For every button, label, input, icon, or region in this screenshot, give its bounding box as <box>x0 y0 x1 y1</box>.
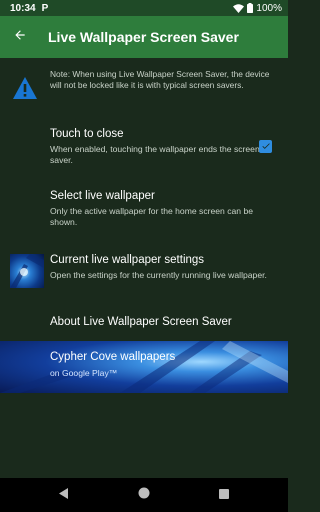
setting-title: About Live Wallpaper Screen Saver <box>50 316 232 328</box>
navigation-bar <box>0 478 288 512</box>
app-title: Live Wallpaper Screen Saver <box>48 29 239 45</box>
back-triangle-icon <box>59 486 69 504</box>
wallpaper-thumbnail <box>10 254 44 288</box>
home-circle-icon <box>138 486 150 504</box>
wifi-icon <box>233 3 245 13</box>
setting-subtitle: Open the settings for the currently runn… <box>50 270 267 280</box>
back-button[interactable] <box>0 16 40 58</box>
arrow-left-icon <box>13 28 27 47</box>
banner-subtitle: on Google Play™ <box>50 368 118 378</box>
checkmark-icon <box>261 138 271 156</box>
nav-home-button[interactable] <box>136 487 152 503</box>
banner-art <box>0 341 288 393</box>
warning-icon <box>12 76 38 105</box>
battery-icon <box>247 3 254 13</box>
status-time: 10:34 <box>10 2 36 14</box>
nav-recents-button[interactable] <box>216 487 232 503</box>
setting-about[interactable]: About Live Wallpaper Screen Saver <box>0 308 288 336</box>
setting-touch-to-close[interactable]: Touch to close When enabled, touching th… <box>0 120 288 168</box>
setting-title: Select live wallpaper <box>50 190 155 202</box>
setting-subtitle: Only the active wallpaper for the home s… <box>50 206 254 227</box>
setting-title: Current live wallpaper settings <box>50 254 205 266</box>
setting-title: Touch to close <box>50 128 124 140</box>
app-bar: Live Wallpaper Screen Saver <box>0 16 288 58</box>
settings-list: Note: When using Live Wallpaper Screen S… <box>0 58 288 478</box>
status-bar: 10:34 P 100% <box>0 0 288 16</box>
nav-back-button[interactable] <box>56 487 72 503</box>
lock-note: Note: When using Live Wallpaper Screen S… <box>0 66 288 112</box>
banner-title: Cypher Cove wallpapers <box>50 351 176 363</box>
cypher-cove-banner[interactable]: Cypher Cove wallpapers on Google Play™ <box>0 341 288 393</box>
note-text: Note: When using Live Wallpaper Screen S… <box>50 69 270 90</box>
status-right: 100% <box>233 3 282 14</box>
setting-select-live-wallpaper[interactable]: Select live wallpaper Only the active wa… <box>0 182 288 230</box>
battery-percent: 100% <box>256 2 282 14</box>
recents-square-icon <box>219 486 229 504</box>
touch-to-close-checkbox[interactable] <box>259 140 272 153</box>
setting-subtitle: When enabled, touching the wallpaper end… <box>50 144 260 165</box>
notification-p-icon: P <box>41 2 49 14</box>
setting-current-wallpaper-settings[interactable]: Current live wallpaper settings Open the… <box>0 246 288 294</box>
